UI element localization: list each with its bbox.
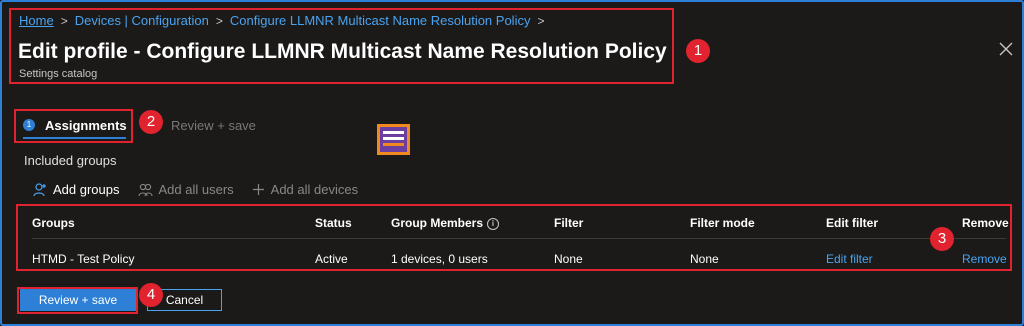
add-person-icon	[33, 182, 46, 196]
close-icon[interactable]	[996, 40, 1016, 60]
add-all-users-label: Add all users	[158, 182, 234, 197]
annotation-badge-4: 4	[139, 283, 163, 307]
group-actions-toolbar: Add groups Add all users Add all devices	[33, 182, 376, 197]
htmd-logo-mark	[380, 127, 407, 152]
htmd-logo	[377, 124, 410, 155]
highlight-box-header	[9, 8, 674, 84]
highlight-box-assignments	[14, 109, 133, 143]
included-groups-label: Included groups	[24, 153, 117, 168]
users-icon	[137, 183, 153, 196]
annotation-badge-2: 2	[139, 110, 163, 134]
add-groups-label: Add groups	[53, 182, 120, 197]
add-all-devices-label: Add all devices	[270, 182, 359, 197]
tab-review-save[interactable]: Review + save	[171, 118, 256, 133]
annotation-badge-1: 1	[686, 39, 710, 63]
add-all-devices-button[interactable]: Add all devices	[252, 182, 358, 197]
add-all-users-button[interactable]: Add all users	[137, 182, 234, 197]
highlight-box-review-save	[17, 287, 138, 314]
annotation-badge-3: 3	[930, 227, 954, 251]
add-groups-button[interactable]: Add groups	[33, 182, 120, 197]
plus-icon	[252, 184, 264, 195]
highlight-box-table	[16, 204, 1012, 271]
